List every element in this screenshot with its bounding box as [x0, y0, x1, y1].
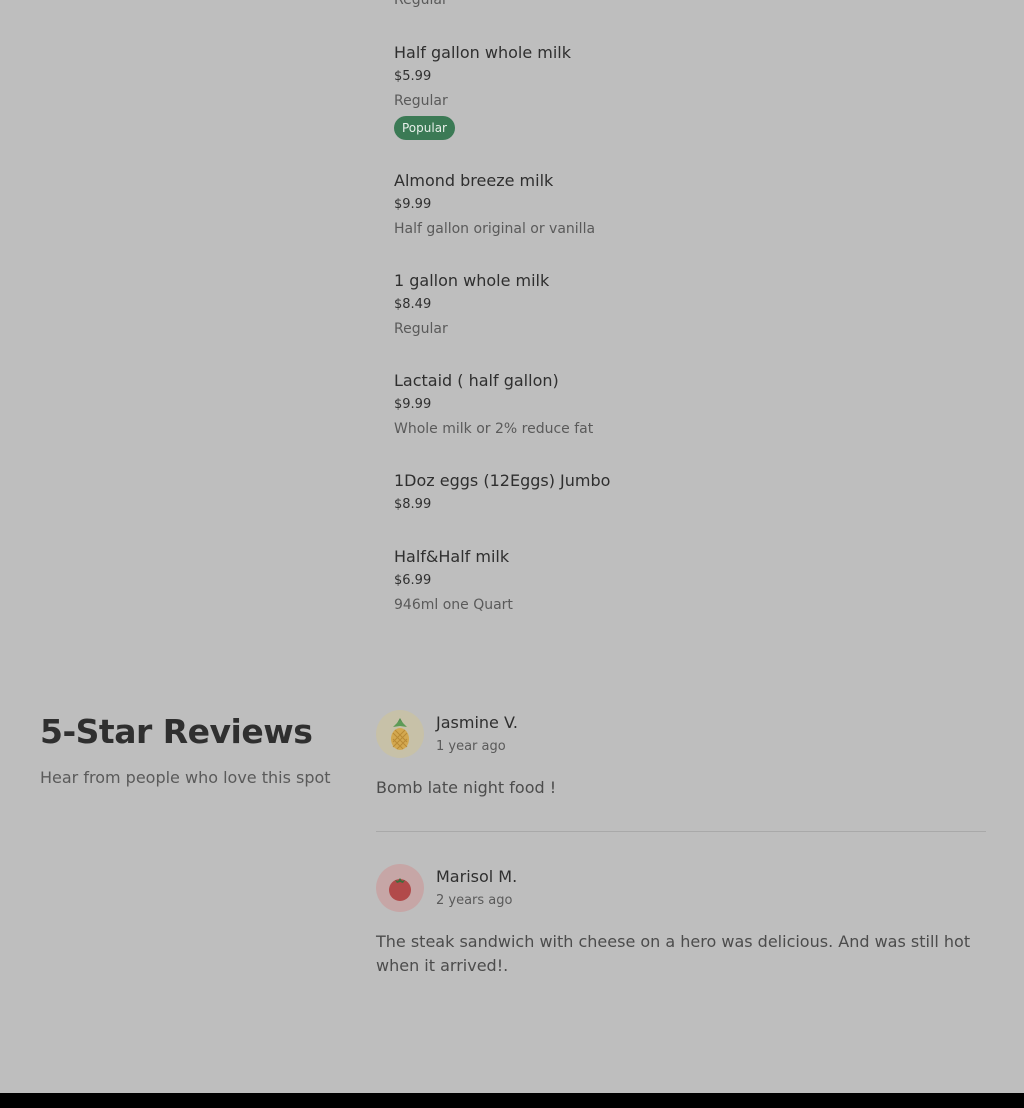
menu-item-name: 1 gallon whole milk [394, 271, 550, 290]
tomato-icon [389, 878, 411, 901]
menu-item-eggs[interactable]: 1Doz eggs (12Eggs) Jumbo $8.99 [394, 471, 610, 514]
menu-item-desc: Regular [394, 0, 448, 8]
reviewer-name: Jasmine V. [436, 713, 518, 732]
review-header: Jasmine V. 1 year ago [376, 710, 986, 758]
reviews-title: 5-Star Reviews [40, 712, 313, 751]
reviewer-info: Jasmine V. 1 year ago [436, 710, 518, 756]
menu-item-price: $9.99 [394, 397, 432, 412]
review-card: Jasmine V. 1 year ago Bomb late night fo… [376, 710, 986, 800]
review-header: Marisol M. 2 years ago [376, 864, 986, 912]
menu-item-price: $9.99 [394, 197, 432, 212]
review-time: 1 year ago [436, 739, 506, 754]
popular-badge: Popular [394, 116, 455, 140]
reviews-subtitle: Hear from people who love this spot [40, 768, 331, 787]
menu-item-1-gallon-whole-milk[interactable]: 1 gallon whole milk $8.49 Regular [394, 271, 549, 338]
menu-item-name: Half&Half milk [394, 547, 510, 566]
menu-item-name: Almond breeze milk [394, 171, 554, 190]
menu-item-name: 1Doz eggs (12Eggs) Jumbo [394, 471, 611, 490]
reviewer-info: Marisol M. 2 years ago [436, 864, 517, 910]
menu-item-name: Lactaid ( half gallon) [394, 371, 559, 390]
menu-item-price: $8.99 [394, 497, 432, 512]
page: Regular Half gallon whole milk $5.99 Reg… [0, 0, 1024, 1108]
menu-item-price: $6.99 [394, 573, 432, 588]
review-card: Marisol M. 2 years ago The steak sandwic… [376, 864, 986, 978]
menu-item-desc: Regular [394, 321, 448, 337]
menu-item-almond-breeze-milk[interactable]: Almond breeze milk $9.99 Half gallon ori… [394, 171, 595, 238]
menu-item-lactaid[interactable]: Lactaid ( half gallon) $9.99 Whole milk … [394, 371, 593, 438]
reviews-header: 5-Star Reviews Hear from people who love… [40, 712, 340, 788]
menu-item-desc: 946ml one Quart [394, 597, 513, 613]
menu-item-half-and-half-milk[interactable]: Half&Half milk $6.99 946ml one Quart [394, 547, 513, 614]
pineapple-icon [391, 718, 409, 750]
reviews-list: Jasmine V. 1 year ago Bomb late night fo… [376, 710, 986, 978]
avatar [376, 864, 424, 912]
menu-item-price: $8.49 [394, 297, 432, 312]
menu-item-desc: Regular [394, 93, 448, 109]
review-text: The steak sandwich with cheese on a hero… [376, 932, 971, 975]
footer-bar [0, 1093, 1024, 1108]
divider [376, 831, 986, 832]
menu-item-half-gallon-whole-milk[interactable]: Half gallon whole milk $5.99 Regular Pop… [394, 43, 571, 140]
menu-item-name: Half gallon whole milk [394, 43, 571, 62]
menu-item-price: $5.99 [394, 69, 432, 84]
menu-item-desc: Whole milk or 2% reduce fat [394, 421, 594, 437]
review-time: 2 years ago [436, 893, 513, 908]
menu-item-desc: Half gallon original or vanilla [394, 221, 596, 237]
reviewer-name: Marisol M. [436, 867, 518, 886]
review-text: Bomb late night food ! [376, 778, 557, 797]
avatar [376, 710, 424, 758]
